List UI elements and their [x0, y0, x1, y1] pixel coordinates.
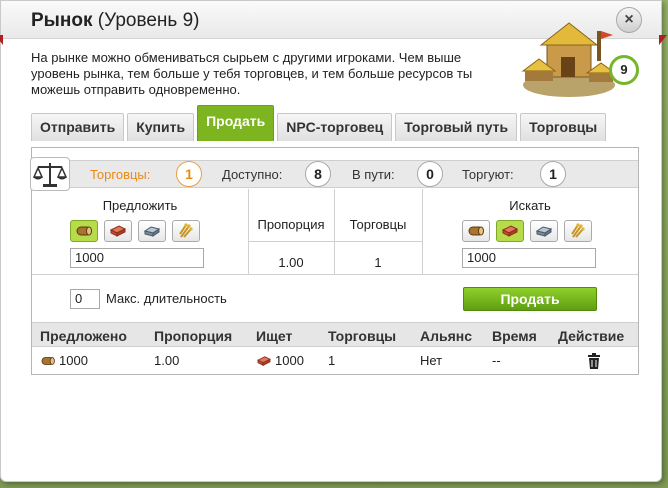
offer-heading: Предложить: [102, 198, 178, 213]
offered-cell: 1000: [40, 353, 88, 368]
titlebar-ribbon-right: [659, 35, 667, 45]
column-header: Время: [492, 328, 537, 344]
time-cell: --: [492, 353, 501, 368]
ratio-value: 1.00: [278, 255, 304, 270]
market-description: На рынке можно обмениваться сырьем с дру…: [31, 50, 473, 97]
iron-icon: [143, 226, 161, 237]
ratio-heading: Пропорция: [257, 217, 325, 232]
iron-icon: [535, 226, 553, 237]
scales-icon: [30, 157, 70, 191]
search-heading: Искать: [509, 198, 551, 213]
merchants-label: Торговцы:: [90, 167, 151, 182]
clay-icon: [109, 225, 127, 237]
wanted-cell: 1000: [256, 353, 304, 368]
column-header: Действие: [558, 328, 625, 344]
offer-wood-button[interactable]: [70, 220, 98, 242]
wood-icon: [41, 357, 55, 365]
crop-icon: [179, 223, 193, 238]
ratio-cell: 1.00: [154, 353, 180, 368]
window-title-name: Рынок: [31, 10, 93, 31]
divider: [248, 241, 422, 242]
tab-buy[interactable]: Купить: [127, 113, 195, 141]
offer-clay-button[interactable]: [104, 220, 132, 242]
on-way-count: 0: [417, 161, 443, 187]
market-tabs: Отправить Купить Продать NPC-торговец То…: [31, 105, 609, 141]
column-header: Предложено: [40, 328, 127, 344]
sell-form: Торговцы: 1 Доступно: 8 В пути: 0 Торгую…: [30, 148, 638, 322]
wood-icon: [76, 226, 92, 236]
sell-panel: Торговцы: 1 Доступно: 8 В пути: 0 Торгую…: [30, 147, 639, 375]
search-amount-input[interactable]: 1000: [462, 248, 596, 268]
available-count: 8: [305, 161, 331, 187]
on-way-label: В пути:: [352, 167, 395, 182]
search-wood-button[interactable]: [462, 220, 490, 242]
window-title: Рынок (Уровень 9): [31, 10, 199, 32]
merchants-heading: Торговцы: [349, 217, 407, 232]
offer-crop-button[interactable]: [172, 220, 200, 242]
level-badge: 9: [609, 55, 639, 85]
tab-send[interactable]: Отправить: [31, 113, 125, 141]
sell-button[interactable]: Продать: [463, 287, 597, 311]
marketplace-window: Рынок (Уровень 9) × На рынке можно обмен…: [0, 0, 667, 482]
column-header: Торговцы: [328, 328, 397, 344]
tab-sell[interactable]: Продать: [197, 105, 275, 141]
offer-amount-input[interactable]: 1000: [70, 248, 204, 268]
column-header: Альянс: [420, 328, 473, 344]
max-duration-label: Макс. длительность: [106, 291, 227, 306]
marketplace-building-icon: [521, 22, 617, 97]
column-header: Ищет: [256, 328, 293, 344]
offers-table-header: Предложено Пропорция Ищет Торговцы Альян…: [32, 322, 638, 347]
offer-resource-selector: [70, 220, 200, 242]
search-iron-button[interactable]: [530, 220, 558, 242]
merchant-info-bar: Торговцы: 1 Доступно: 8 В пути: 0 Торгую…: [30, 157, 638, 191]
available-label: Доступно:: [222, 167, 283, 182]
trading-label: Торгуют:: [462, 167, 514, 182]
clay-icon: [501, 225, 519, 237]
column-header: Пропорция: [154, 328, 233, 344]
crop-icon: [571, 223, 585, 238]
wanted-amount: 1000: [275, 353, 304, 368]
tab-trade-route[interactable]: Торговый путь: [395, 113, 518, 141]
trade-settings: Предложить 1000 Пропорция 1.00 Торговцы …: [32, 189, 638, 275]
offer-iron-button[interactable]: [138, 220, 166, 242]
window-title-level: (Уровень 9): [97, 10, 200, 31]
alliance-cell: Нет: [420, 353, 443, 368]
search-resource-selector: [462, 220, 592, 242]
tab-merchants[interactable]: Торговцы: [520, 113, 607, 141]
max-duration-input[interactable]: 0: [70, 289, 100, 309]
table-row: 1000 1.00 1000 1 Нет --: [32, 347, 638, 374]
trading-count: 1: [540, 161, 566, 187]
tab-npc-merchant[interactable]: NPC-торговец: [277, 113, 393, 141]
trash-icon: [588, 353, 600, 369]
merchants-cell: 1: [328, 353, 336, 368]
close-button[interactable]: ×: [616, 7, 642, 33]
delete-offer-button[interactable]: [587, 353, 601, 372]
titlebar-ribbon-left: [0, 35, 3, 45]
merchants-needed-value: 1: [374, 255, 382, 270]
clay-icon: [257, 356, 271, 366]
search-clay-button[interactable]: [496, 220, 524, 242]
merchants-count: 1: [176, 161, 202, 187]
search-crop-button[interactable]: [564, 220, 592, 242]
wood-icon: [468, 226, 484, 236]
offered-amount: 1000: [59, 353, 88, 368]
